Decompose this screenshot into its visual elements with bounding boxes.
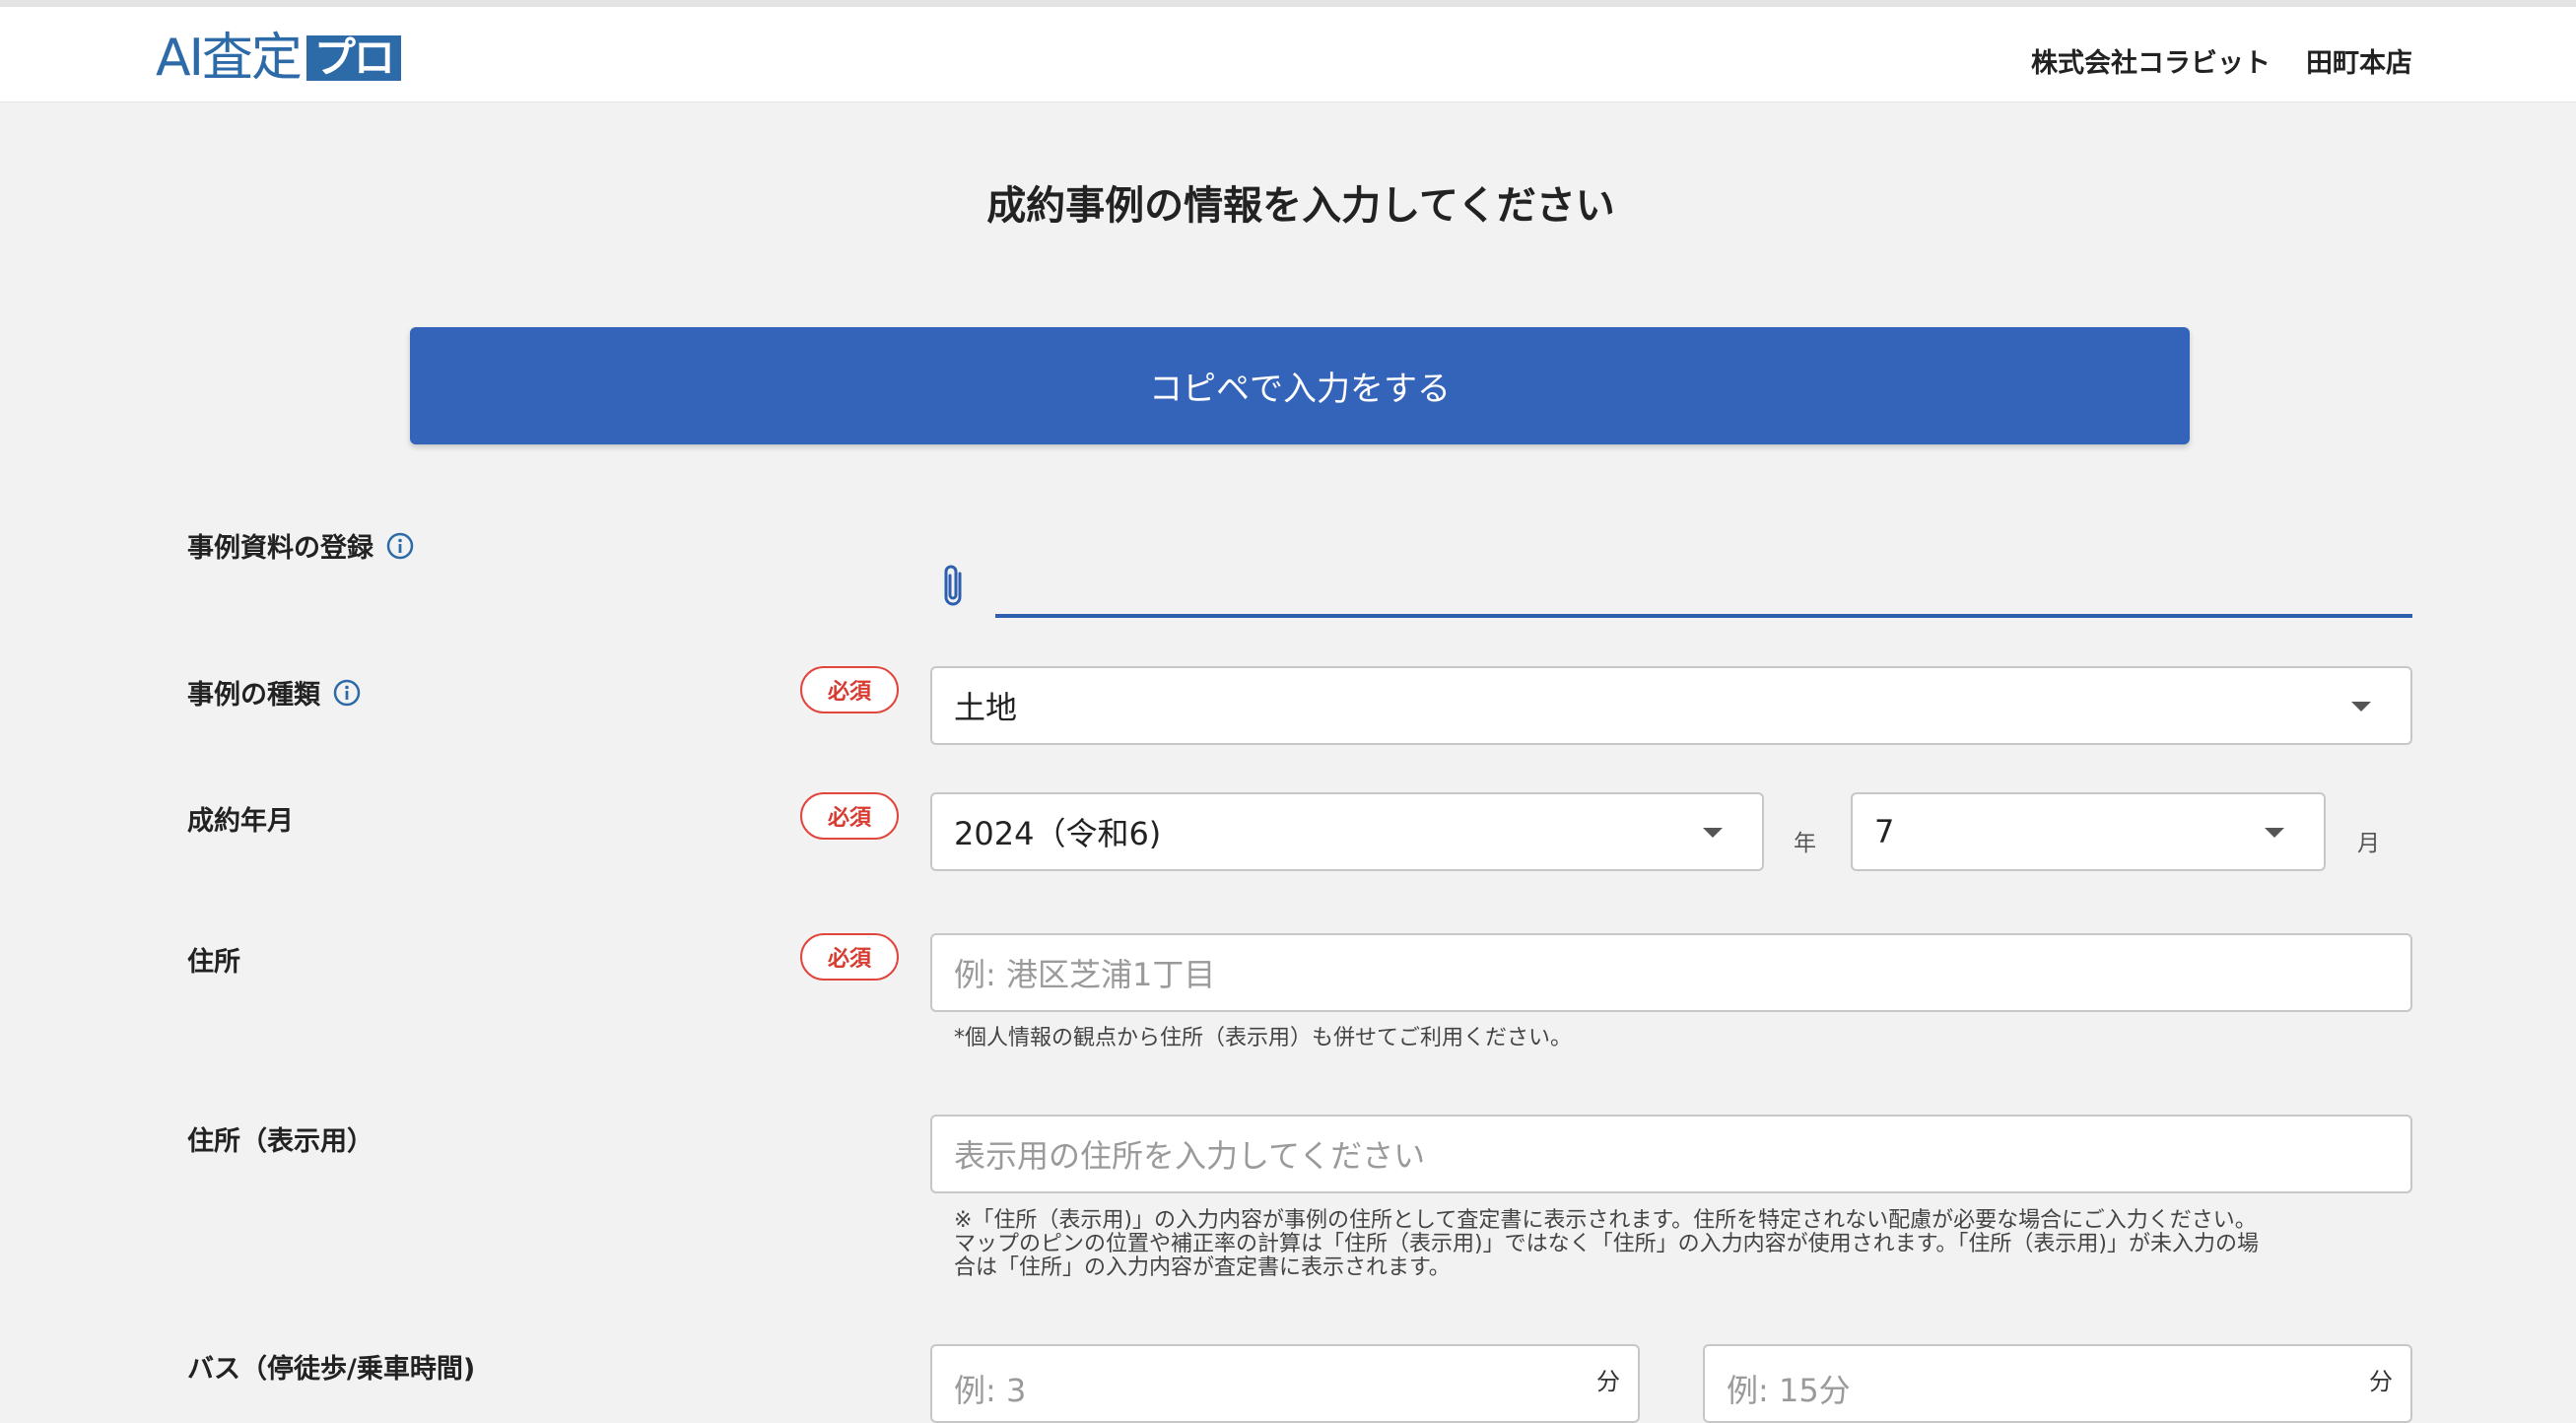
document-label: 事例資料の登録	[187, 526, 415, 565]
address-label: 住所	[187, 940, 240, 979]
bus-ride-input[interactable]: 例: 15分 分	[1703, 1344, 2412, 1423]
contract-month-select[interactable]: 7	[1851, 792, 2326, 871]
bus-walk-input[interactable]: 例: 3 分	[930, 1344, 1640, 1423]
contract-date-label-text: 成約年月	[187, 806, 294, 837]
required-badge: 必須	[800, 792, 899, 840]
address-input[interactable]: 例: 港区芝浦1丁目	[930, 933, 2412, 1012]
page-title: 成約事例の情報を入力してください	[986, 183, 1615, 229]
app-header: AI査定 プロ 株式会社コラビット 田町本店	[0, 7, 2576, 102]
document-label-text: 事例資料の登録	[187, 533, 373, 564]
bus-walk-placeholder: 例: 3	[954, 1372, 1027, 1409]
info-icon[interactable]	[385, 531, 415, 561]
month-unit: 月	[2357, 831, 2380, 856]
chevron-down-icon	[2351, 702, 2371, 712]
top-border	[0, 0, 2576, 7]
contract-month-value: 7	[1874, 813, 1895, 850]
branch-name: 田町本店	[2306, 48, 2412, 79]
bus-label: バス（停徒歩/乗車時間)	[187, 1347, 475, 1386]
display-address-note-line-2: マップのピンの位置や補正率の計算は「住所（表示用)」ではなく「住所」の入力内容が…	[954, 1232, 2259, 1256]
year-unit: 年	[1794, 831, 1816, 856]
display-address-label-text: 住所（表示用）	[187, 1126, 373, 1157]
required-badge: 必須	[800, 933, 899, 981]
logo-text: AI査定	[156, 29, 303, 88]
address-placeholder: 例: 港区芝浦1丁目	[954, 956, 1216, 993]
account-info: 株式会社コラビット 田町本店	[2031, 41, 2412, 80]
type-label-text: 事例の種類	[187, 680, 320, 711]
bus-ride-unit: 分	[2369, 1368, 2393, 1395]
bus-ride-placeholder: 例: 15分	[1727, 1372, 1851, 1409]
chevron-down-icon	[1703, 828, 1723, 838]
chevron-down-icon	[2265, 828, 2284, 838]
display-address-note-line-3: 合は「住所」の入力内容が査定書に表示されます。	[954, 1255, 1451, 1280]
paperclip-icon[interactable]	[934, 562, 974, 611]
contract-year-value: 2024（令和6)	[954, 815, 1162, 852]
contract-year-select[interactable]: 2024（令和6)	[930, 792, 1764, 871]
document-upload-input[interactable]	[995, 614, 2412, 618]
address-label-text: 住所	[187, 947, 240, 978]
display-address-note: ※「住所（表示用)」の入力内容が事例の住所として査定書に表示されます。住所を特定…	[954, 1209, 2412, 1280]
address-note: *個人情報の観点から住所（表示用）も併せてご利用ください。	[954, 1026, 1573, 1050]
type-label: 事例の種類	[187, 673, 362, 712]
display-address-input[interactable]: 表示用の住所を入力してください	[930, 1115, 2412, 1193]
bus-walk-unit: 分	[1596, 1368, 1620, 1395]
case-type-select[interactable]: 土地	[930, 666, 2412, 745]
info-icon[interactable]	[332, 678, 362, 708]
logo-badge: プロ	[305, 35, 401, 81]
copy-paste-input-button[interactable]: コピペで入力をする	[410, 327, 2190, 444]
required-badge: 必須	[800, 666, 899, 713]
company-name: 株式会社コラビット	[2031, 48, 2271, 79]
display-address-placeholder: 表示用の住所を入力してください	[954, 1137, 1426, 1175]
display-address-label: 住所（表示用）	[187, 1119, 373, 1158]
bus-label-text: バス（停徒歩/乗車時間)	[187, 1354, 476, 1385]
case-type-value: 土地	[954, 689, 1018, 726]
display-address-note-line-1: ※「住所（表示用)」の入力内容が事例の住所として査定書に表示されます。住所を特定…	[954, 1208, 2257, 1233]
contract-date-label: 成約年月	[187, 799, 294, 838]
logo[interactable]: AI査定 プロ	[156, 29, 401, 88]
